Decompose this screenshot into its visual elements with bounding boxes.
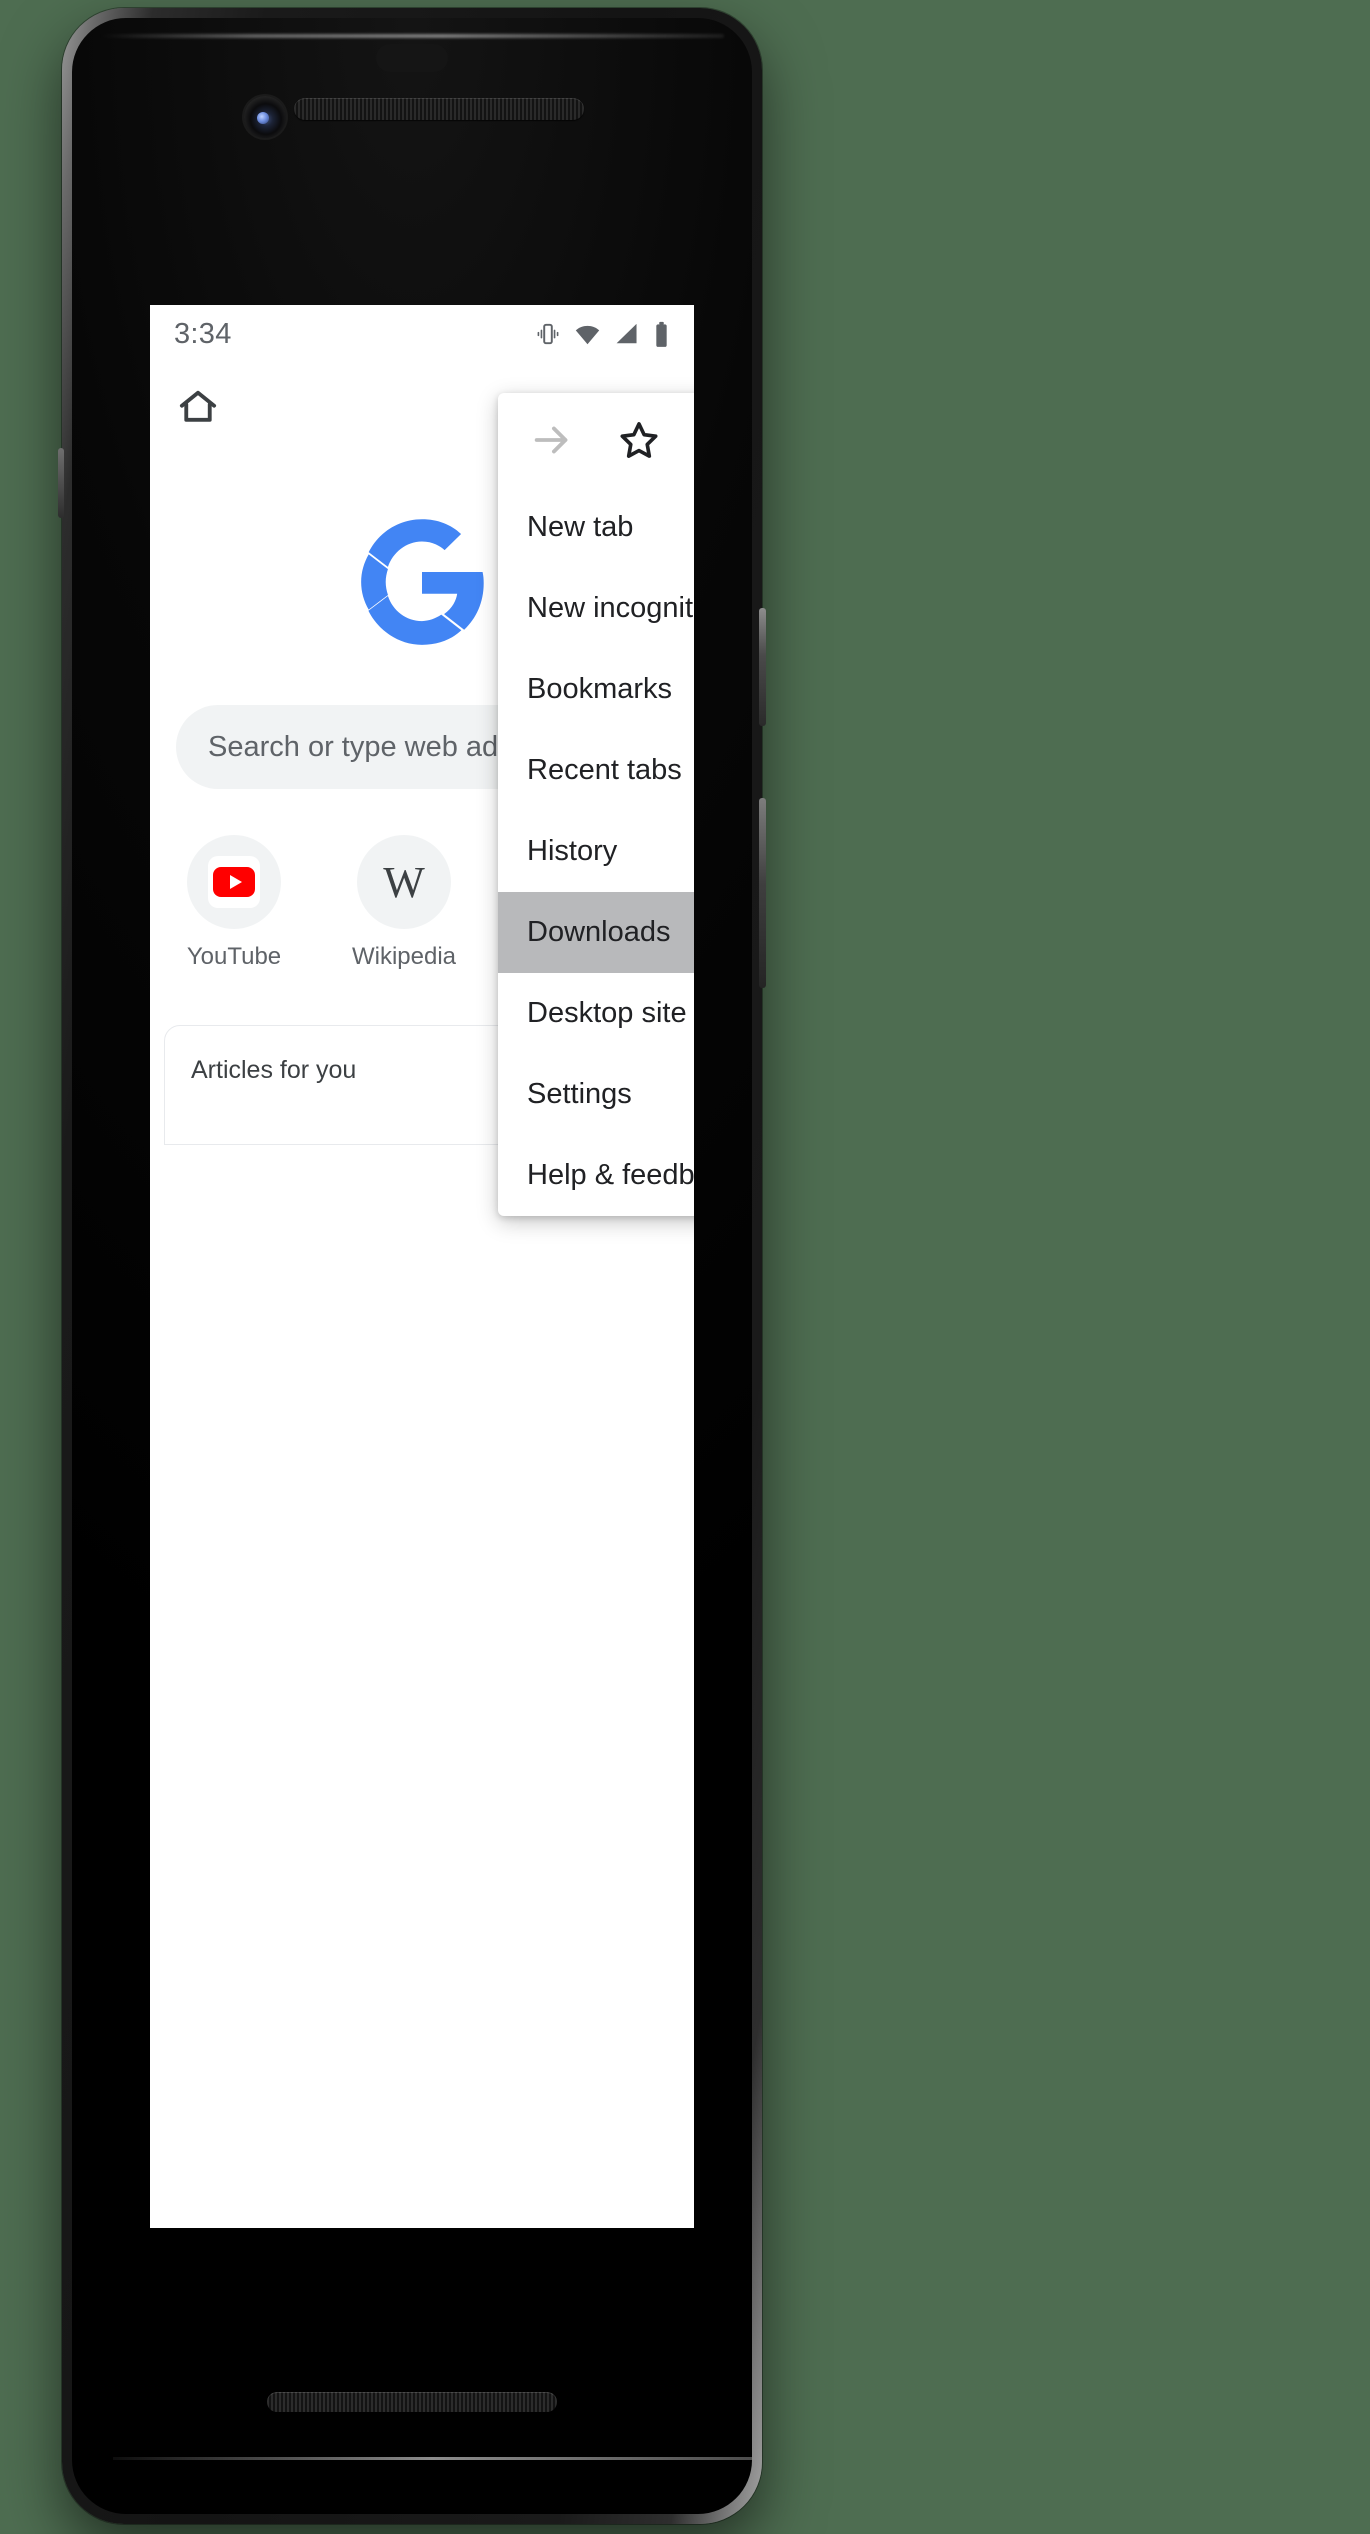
- glass-glint: [100, 34, 724, 38]
- chrome-app-menu: New tab New incognito tab Bookmarks Rece…: [498, 393, 694, 1216]
- phone-device: 3:34 Search or type web address YouTube …: [58, 8, 766, 2524]
- cell-signal-icon: [614, 321, 640, 347]
- menu-item-label: Help & feedback: [527, 1159, 694, 1191]
- status-icon-group: [535, 321, 670, 348]
- volume-rocker[interactable]: [759, 798, 766, 988]
- screenshot-root: 3:34 Search or type web address YouTube …: [0, 0, 1370, 2534]
- star-icon[interactable]: [607, 408, 671, 472]
- top-sensor-pill: [376, 44, 448, 72]
- menu-item-history[interactable]: History: [498, 811, 694, 892]
- menu-item-bookmarks[interactable]: Bookmarks: [498, 649, 694, 730]
- menu-item-desktop-site[interactable]: Desktop site: [498, 973, 694, 1054]
- menu-icon-row: [498, 393, 694, 487]
- tile-wikipedia[interactable]: W Wikipedia: [346, 835, 462, 971]
- menu-item-help-feedback[interactable]: Help & feedback: [498, 1135, 694, 1216]
- youtube-icon: [187, 835, 281, 929]
- tile-label: Wikipedia: [351, 943, 457, 970]
- phone-screen: 3:34 Search or type web address YouTube …: [150, 305, 694, 2228]
- menu-item-label: History: [527, 835, 618, 867]
- device-glass: 3:34 Search or type web address YouTube …: [72, 18, 752, 2514]
- wifi-icon: [574, 321, 601, 347]
- left-notch: [58, 448, 64, 518]
- wikipedia-icon: W: [357, 835, 451, 929]
- earpiece-speaker: [294, 98, 584, 120]
- menu-item-label: Desktop site: [527, 997, 687, 1029]
- menu-item-label: Settings: [527, 1078, 632, 1110]
- status-clock: 3:34: [174, 317, 232, 350]
- menu-item-new-tab[interactable]: New tab: [498, 487, 694, 568]
- menu-item-label: Downloads: [527, 916, 671, 948]
- menu-item-label: New incognito tab: [527, 592, 694, 624]
- battery-icon: [653, 321, 670, 348]
- tile-label: YouTube: [186, 943, 282, 970]
- menu-item-label: Recent tabs: [527, 754, 682, 786]
- menu-item-recent-tabs[interactable]: Recent tabs: [498, 730, 694, 811]
- home-icon[interactable]: [176, 385, 220, 434]
- google-logo: [355, 515, 489, 649]
- bezel-highlight-line: [112, 2457, 752, 2460]
- status-bar: 3:34: [150, 305, 694, 363]
- menu-item-label: New tab: [527, 511, 634, 543]
- bottom-speaker: [267, 2392, 557, 2412]
- tile-youtube[interactable]: YouTube: [176, 835, 292, 971]
- menu-item-settings[interactable]: Settings: [498, 1054, 694, 1135]
- menu-item-new-incognito-tab[interactable]: New incognito tab: [498, 568, 694, 649]
- vibrate-icon: [535, 321, 561, 347]
- forward-arrow-icon[interactable]: [520, 408, 584, 472]
- wikipedia-letter: W: [383, 857, 425, 907]
- menu-item-label: Bookmarks: [527, 673, 673, 705]
- power-button[interactable]: [759, 608, 766, 726]
- front-camera-icon: [244, 96, 286, 138]
- menu-item-downloads[interactable]: Downloads: [498, 892, 694, 973]
